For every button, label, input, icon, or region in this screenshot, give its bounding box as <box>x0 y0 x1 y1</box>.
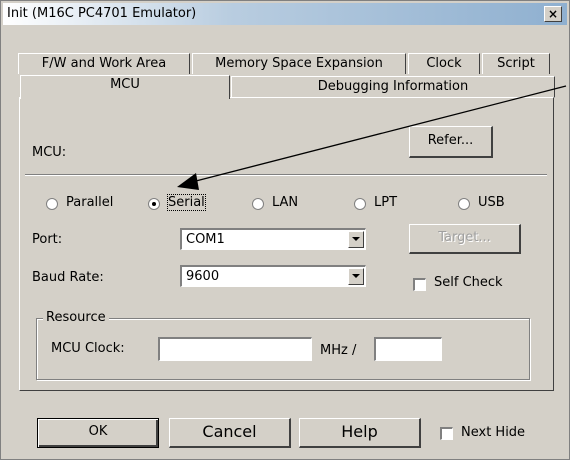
refer-button[interactable]: Refer... <box>409 126 493 158</box>
target-button-label: Target... <box>438 230 491 245</box>
divider <box>25 174 547 176</box>
title-bar[interactable]: Init (M16C PC4701 Emulator) × <box>3 3 567 25</box>
baud-rate-label: Baud Rate: <box>32 270 104 285</box>
self-check-checkbox[interactable] <box>413 278 426 291</box>
target-button[interactable]: Target... <box>409 224 521 254</box>
help-button-label: Help <box>341 422 378 441</box>
tab-script[interactable]: Script <box>482 53 550 74</box>
tab-panel: MCU: Refer... Parallel Serial LAN LPT US… <box>19 97 554 391</box>
close-button[interactable]: × <box>544 6 562 22</box>
port-value: COM1 <box>186 232 225 247</box>
chevron-down-icon <box>352 274 360 278</box>
tab-fw-work-area[interactable]: F/W and Work Area <box>18 53 190 74</box>
mcu-clock-input[interactable] <box>158 337 312 361</box>
tab-memory-space-expansion[interactable]: Memory Space Expansion <box>192 53 406 74</box>
tab-label: Memory Space Expansion <box>215 56 383 71</box>
cancel-button-label: Cancel <box>202 422 257 441</box>
resource-group-title: Resource <box>43 310 109 325</box>
baud-rate-dropdown-button[interactable] <box>348 268 364 285</box>
mcu-label: MCU: <box>32 145 67 160</box>
radio-lan-label: LAN <box>272 195 299 210</box>
mhz-unit-label: MHz / <box>320 343 357 358</box>
chevron-down-icon <box>352 237 360 241</box>
ok-button-label: OK <box>88 424 108 439</box>
radio-usb[interactable] <box>458 198 470 210</box>
tab-clock[interactable]: Clock <box>408 53 480 74</box>
radio-lan[interactable] <box>252 198 264 210</box>
port-dropdown-button[interactable] <box>348 231 364 248</box>
radio-parallel-label: Parallel <box>66 195 114 210</box>
radio-lpt[interactable] <box>354 198 366 210</box>
tab-label: MCU <box>110 77 140 92</box>
radio-usb-label: USB <box>478 195 505 210</box>
next-hide-checkbox[interactable] <box>440 427 453 440</box>
tab-label: Script <box>497 56 535 71</box>
window-title: Init (M16C PC4701 Emulator) <box>7 6 197 21</box>
baud-rate-select[interactable]: 9600 <box>180 265 366 287</box>
tab-label: Clock <box>426 56 462 71</box>
port-select[interactable]: COM1 <box>180 228 366 250</box>
tab-label: Debugging Information <box>317 79 469 94</box>
radio-lpt-label: LPT <box>374 195 398 210</box>
close-icon: × <box>547 7 559 21</box>
init-dialog: Init (M16C PC4701 Emulator) × F/W and Wo… <box>0 0 570 460</box>
resource-group: Resource MCU Clock: MHz / <box>36 310 530 380</box>
help-button[interactable]: Help <box>299 418 421 448</box>
tab-debugging-information[interactable]: Debugging Information <box>231 76 555 98</box>
cancel-button[interactable]: Cancel <box>169 418 291 448</box>
tab-mcu[interactable]: MCU <box>20 75 230 99</box>
ok-button[interactable]: OK <box>37 418 159 448</box>
radio-selected-dot <box>152 202 156 206</box>
port-label: Port: <box>32 232 63 247</box>
self-check-label: Self Check <box>434 275 503 290</box>
radio-serial-label: Serial <box>167 194 206 211</box>
refer-button-label: Refer... <box>427 133 474 148</box>
next-hide-label: Next Hide <box>461 425 526 440</box>
mcu-clock-label: MCU Clock: <box>51 341 125 356</box>
radio-parallel[interactable] <box>46 198 58 210</box>
clock-divider-input[interactable] <box>374 337 442 361</box>
tab-label: F/W and Work Area <box>41 56 167 71</box>
baud-rate-value: 9600 <box>186 269 220 284</box>
radio-serial[interactable] <box>148 198 160 210</box>
